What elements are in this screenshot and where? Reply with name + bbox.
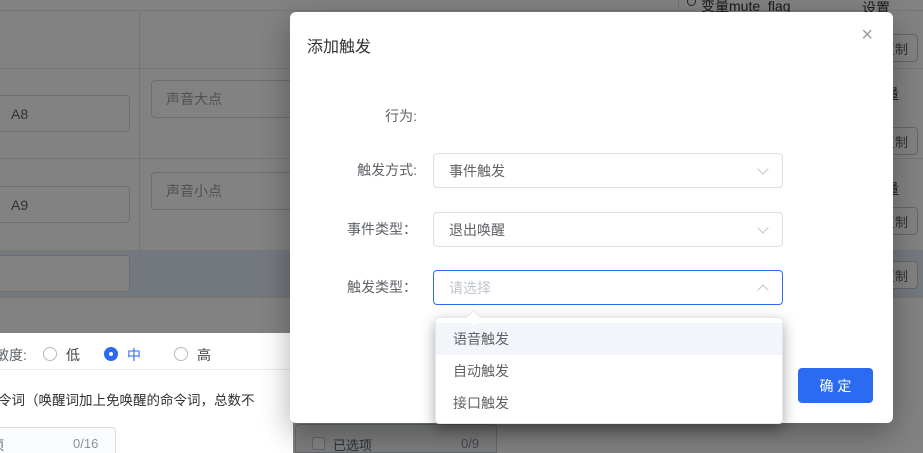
trigger-type-select[interactable]: 请选择 xyxy=(433,270,783,305)
trigger-type-dropdown: 语音触发 自动触发 接口触发 xyxy=(435,309,783,424)
form-row-trigger-mode: 触发方式: 事件触发 xyxy=(290,153,893,188)
event-type-select[interactable]: 退出唤醒 xyxy=(433,212,783,247)
command-word-hint: 令词（唤醒词加上免唤醒的命令词，总数不 xyxy=(0,393,255,408)
form-row-event-type: 事件类型： 退出唤醒 xyxy=(290,212,893,247)
close-icon[interactable]: × xyxy=(861,25,873,45)
behavior-label: 行为: xyxy=(385,108,417,124)
dropdown-option-auto[interactable]: 自动触发 xyxy=(436,355,782,387)
trigger-type-placeholder: 请选择 xyxy=(449,279,491,296)
trigger-mode-value: 事件触发 xyxy=(449,162,505,179)
dropdown-option-voice[interactable]: 语音触发 xyxy=(436,323,782,355)
radio-medium[interactable] xyxy=(104,347,118,361)
pending-list-header xyxy=(0,427,116,453)
form-row-trigger-type: 触发类型： 请选择 xyxy=(290,270,893,305)
trigger-mode-select[interactable]: 事件触发 xyxy=(433,153,783,188)
radio-medium-label[interactable]: 中 xyxy=(127,345,141,365)
trigger-mode-label: 触发方式: xyxy=(357,162,417,178)
pending-list-count: 0/16 xyxy=(73,436,99,451)
event-type-label: 事件类型： xyxy=(347,221,417,237)
chevron-down-icon xyxy=(757,163,769,175)
radio-low[interactable] xyxy=(43,347,57,361)
dropdown-option-api[interactable]: 接口触发 xyxy=(436,387,782,419)
radio-high-label[interactable]: 高 xyxy=(197,345,211,365)
chevron-down-icon xyxy=(757,222,769,234)
confirm-button[interactable]: 确 定 xyxy=(798,368,873,403)
dialog-title: 添加触发 xyxy=(307,39,372,56)
pending-list-title: 项 xyxy=(0,435,4,453)
radio-high[interactable] xyxy=(174,347,188,361)
sensitivity-panel: 敏度: 低 中 高 令词（唤醒词加上免唤醒的命令词，总数不 项 0/16 xyxy=(0,333,293,453)
screen: 变量mute_flag 设置 A8 A9 声音大点 声音小点 音量 音量 复制 … xyxy=(0,0,923,453)
event-type-value: 退出唤醒 xyxy=(449,221,505,238)
chevron-up-icon xyxy=(757,284,769,296)
trigger-type-label: 触发类型： xyxy=(347,279,417,295)
panel-divider xyxy=(0,369,293,370)
radio-low-label[interactable]: 低 xyxy=(66,345,80,365)
dropdown-option-list: 语音触发 自动触发 接口触发 xyxy=(436,318,782,424)
sensitivity-label: 敏度: xyxy=(0,347,27,363)
